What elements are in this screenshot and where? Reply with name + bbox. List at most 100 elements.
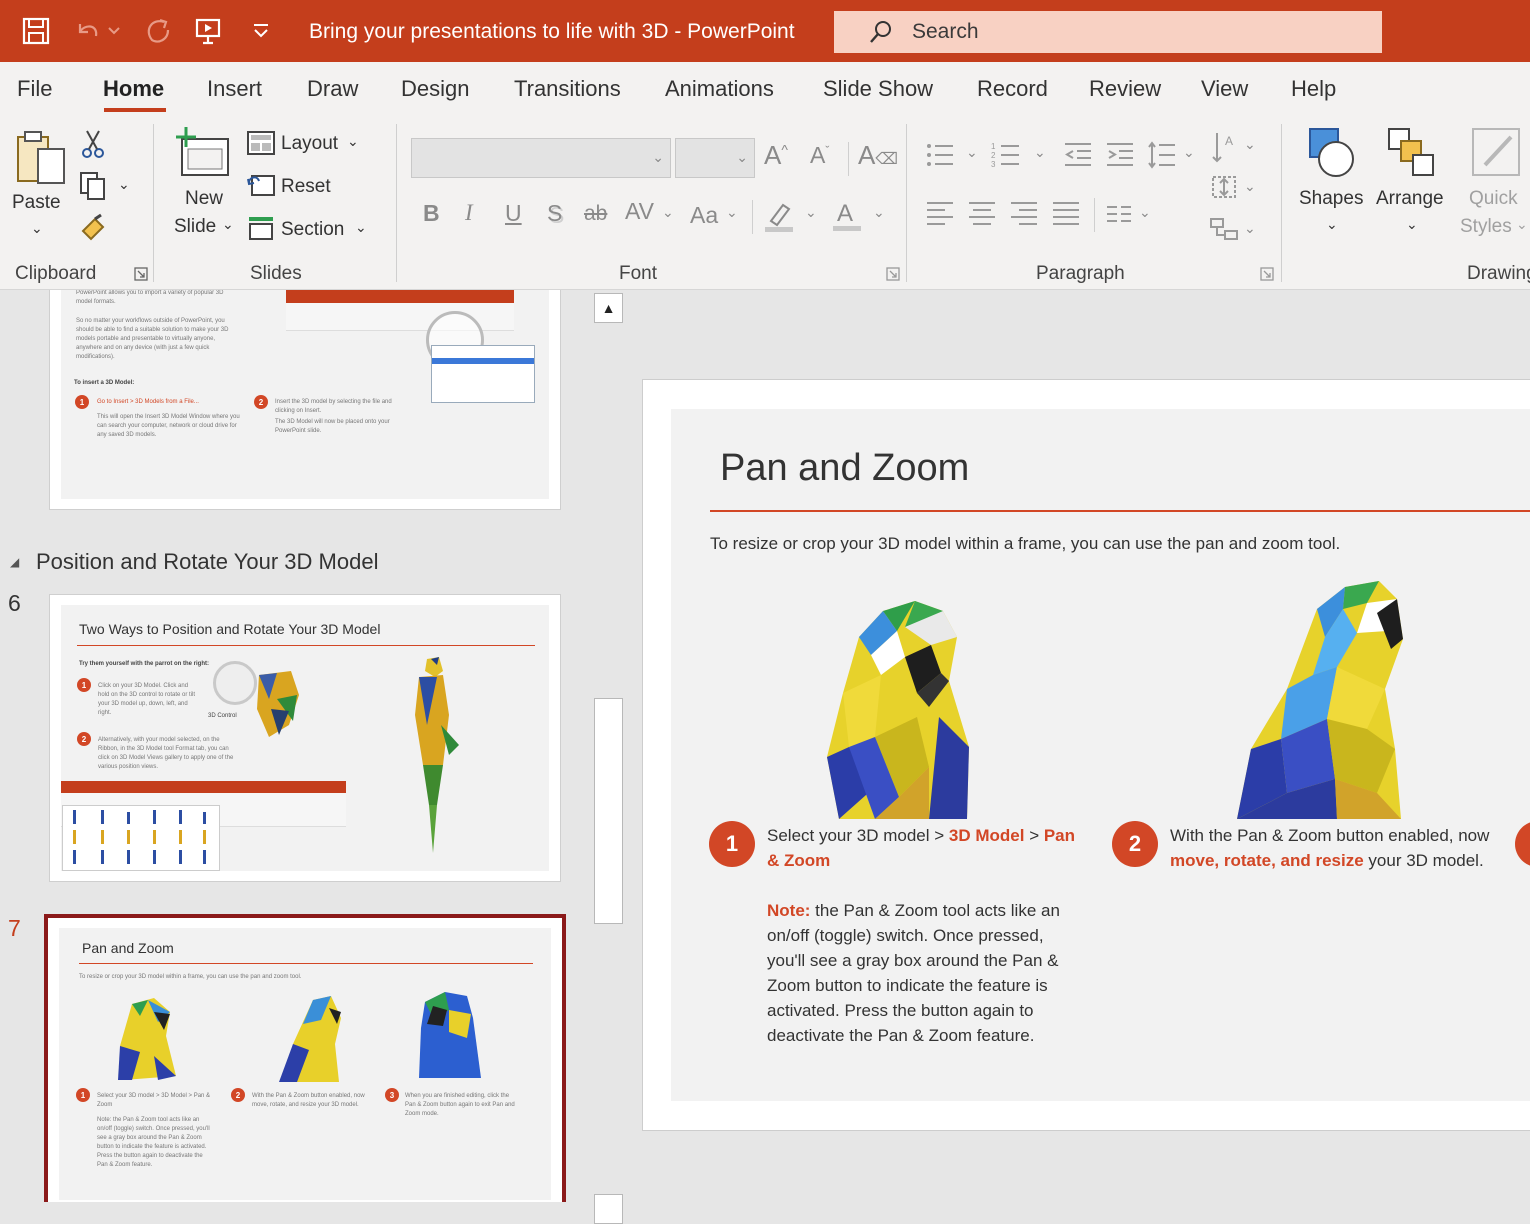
justify-icon[interactable] bbox=[1050, 198, 1082, 228]
shapes-icon[interactable] bbox=[1303, 124, 1359, 182]
clear-formatting-icon[interactable]: A⌫ bbox=[858, 140, 898, 171]
scroll-down-icon[interactable] bbox=[594, 1194, 623, 1224]
search-input[interactable]: Search bbox=[912, 20, 979, 44]
tab-slide-show[interactable]: Slide Show bbox=[823, 76, 933, 102]
change-case-icon[interactable]: Aa bbox=[690, 202, 718, 229]
undo-icon[interactable] bbox=[70, 14, 104, 48]
scrollbar-thumb[interactable] bbox=[594, 698, 623, 924]
collapse-section-icon[interactable]: ◢ bbox=[10, 555, 19, 569]
slide-thumbnail-7-selected[interactable]: Pan and Zoom To resize or crop your 3D m… bbox=[44, 914, 566, 1202]
chevron-down-icon[interactable]: ⌄ bbox=[805, 204, 817, 221]
tab-help[interactable]: Help bbox=[1291, 76, 1336, 102]
align-center-icon[interactable] bbox=[966, 198, 998, 228]
shapes-dropdown-icon[interactable]: ⌄ bbox=[1326, 216, 1338, 233]
bullets-icon[interactable] bbox=[924, 140, 956, 170]
strikethrough-icon[interactable]: ab bbox=[584, 202, 607, 226]
chevron-down-icon[interactable]: ⌄ bbox=[873, 204, 885, 221]
line-spacing-icon[interactable] bbox=[1146, 140, 1178, 170]
tab-record[interactable]: Record bbox=[977, 76, 1048, 102]
tab-view[interactable]: View bbox=[1201, 76, 1248, 102]
chevron-down-icon[interactable]: ⌄ bbox=[1244, 136, 1256, 153]
grow-font-icon[interactable]: A^ bbox=[764, 140, 788, 171]
quick-styles-icon[interactable] bbox=[1466, 124, 1526, 182]
tab-draw[interactable]: Draw bbox=[307, 76, 358, 102]
section-header[interactable]: Position and Rotate Your 3D Model bbox=[36, 549, 378, 575]
new-slide-dropdown-icon[interactable]: ⌄ bbox=[222, 216, 234, 233]
parrot-image-2[interactable] bbox=[1217, 579, 1411, 823]
paste-icon[interactable] bbox=[14, 126, 68, 190]
chevron-down-icon[interactable]: ⌄ bbox=[662, 204, 674, 221]
slide-thumbnail-6[interactable]: Two Ways to Position and Rotate Your 3D … bbox=[49, 594, 561, 882]
reset-icon[interactable] bbox=[247, 172, 275, 198]
increase-indent-icon[interactable] bbox=[1104, 140, 1136, 170]
slide-canvas[interactable]: Pan and Zoom To resize or crop your 3D m… bbox=[642, 379, 1530, 1131]
chevron-down-icon[interactable]: ⌄ bbox=[726, 204, 738, 221]
copy-icon[interactable] bbox=[78, 170, 108, 202]
new-slide-icon[interactable] bbox=[174, 124, 232, 182]
paragraph-launcher-icon[interactable] bbox=[1259, 266, 1275, 282]
clipboard-launcher-icon[interactable] bbox=[133, 266, 149, 282]
cut-icon[interactable] bbox=[80, 128, 106, 160]
shapes-button[interactable]: Shapes bbox=[1299, 188, 1363, 210]
layout-dropdown-icon[interactable]: ⌄ bbox=[347, 133, 359, 150]
align-text-icon[interactable] bbox=[1208, 172, 1240, 202]
tab-file[interactable]: File bbox=[17, 76, 52, 102]
tab-insert[interactable]: Insert bbox=[207, 76, 262, 102]
font-launcher-icon[interactable] bbox=[885, 266, 901, 282]
italic-icon[interactable]: I bbox=[465, 200, 473, 226]
note-text[interactable]: Note: the Pan & Zoom tool acts like an o… bbox=[767, 898, 1087, 1048]
tab-design[interactable]: Design bbox=[401, 76, 469, 102]
new-slide-button[interactable]: New bbox=[185, 188, 223, 210]
section-dropdown-icon[interactable]: ⌄ bbox=[355, 219, 367, 236]
chevron-down-icon[interactable]: ⌄ bbox=[1244, 178, 1256, 195]
slide-thumbnail-pane[interactable]: PowerPoint allows you to import a variet… bbox=[0, 290, 594, 1202]
tab-review[interactable]: Review bbox=[1089, 76, 1161, 102]
font-name-dropdown[interactable]: ⌄ bbox=[411, 138, 671, 178]
scroll-up-icon[interactable]: ▲ bbox=[594, 293, 623, 323]
paste-button[interactable]: Paste bbox=[12, 192, 61, 214]
layout-button[interactable]: Layout bbox=[281, 133, 338, 155]
paste-dropdown-icon[interactable]: ⌄ bbox=[31, 220, 43, 237]
parrot-image-1[interactable] bbox=[819, 597, 983, 823]
align-left-icon[interactable] bbox=[924, 198, 956, 228]
redo-icon[interactable] bbox=[140, 14, 174, 48]
highlight-icon[interactable] bbox=[762, 198, 796, 234]
underline-icon[interactable]: U bbox=[505, 200, 522, 227]
align-right-icon[interactable] bbox=[1008, 198, 1040, 228]
copy-dropdown-icon[interactable]: ⌄ bbox=[118, 176, 130, 193]
arrange-dropdown-icon[interactable]: ⌄ bbox=[1406, 216, 1418, 233]
slide-editor[interactable]: Pan and Zoom To resize or crop your 3D m… bbox=[628, 290, 1530, 1202]
quick-styles-button[interactable]: Quick bbox=[1469, 188, 1518, 210]
customize-qat-icon[interactable] bbox=[244, 14, 278, 48]
numbering-icon[interactable]: 123 bbox=[990, 140, 1022, 170]
step-1-text[interactable]: Select your 3D model > 3D Model > Pan & … bbox=[767, 823, 1087, 873]
slide-title[interactable]: Pan and Zoom bbox=[720, 447, 969, 490]
thumbnail-scrollbar[interactable]: ▲ bbox=[594, 290, 628, 1224]
font-size-dropdown[interactable]: ⌄ bbox=[675, 138, 755, 178]
reset-button[interactable]: Reset bbox=[281, 176, 331, 198]
arrange-button[interactable]: Arrange bbox=[1376, 188, 1444, 210]
text-shadow-icon[interactable]: S bbox=[547, 200, 562, 227]
bold-icon[interactable]: B bbox=[423, 200, 440, 227]
text-direction-icon[interactable]: A bbox=[1210, 130, 1240, 166]
step-2-text[interactable]: With the Pan & Zoom button enabled, now … bbox=[1170, 823, 1500, 873]
new-slide-label-2[interactable]: Slide bbox=[174, 216, 216, 238]
section-button[interactable]: Section bbox=[281, 219, 344, 241]
character-spacing-icon[interactable]: AV bbox=[625, 198, 654, 225]
font-color-icon[interactable]: A bbox=[830, 198, 864, 234]
chevron-down-icon[interactable]: ⌄ bbox=[1139, 204, 1151, 221]
tab-transitions[interactable]: Transitions bbox=[514, 76, 621, 102]
save-icon[interactable] bbox=[19, 14, 53, 48]
section-icon[interactable] bbox=[247, 214, 275, 242]
quick-styles-label-2[interactable]: Styles bbox=[1460, 216, 1512, 238]
layout-icon[interactable] bbox=[247, 130, 275, 156]
chevron-down-icon[interactable]: ⌄ bbox=[966, 144, 978, 161]
arrange-icon[interactable] bbox=[1384, 124, 1440, 182]
format-painter-icon[interactable] bbox=[78, 212, 108, 244]
slide-subtitle[interactable]: To resize or crop your 3D model within a… bbox=[710, 534, 1340, 554]
chevron-down-icon[interactable]: ⌄ bbox=[1183, 144, 1195, 161]
search-box[interactable]: Search bbox=[834, 11, 1382, 53]
columns-icon[interactable] bbox=[1104, 202, 1134, 226]
tab-animations[interactable]: Animations bbox=[665, 76, 774, 102]
present-icon[interactable] bbox=[191, 14, 225, 48]
